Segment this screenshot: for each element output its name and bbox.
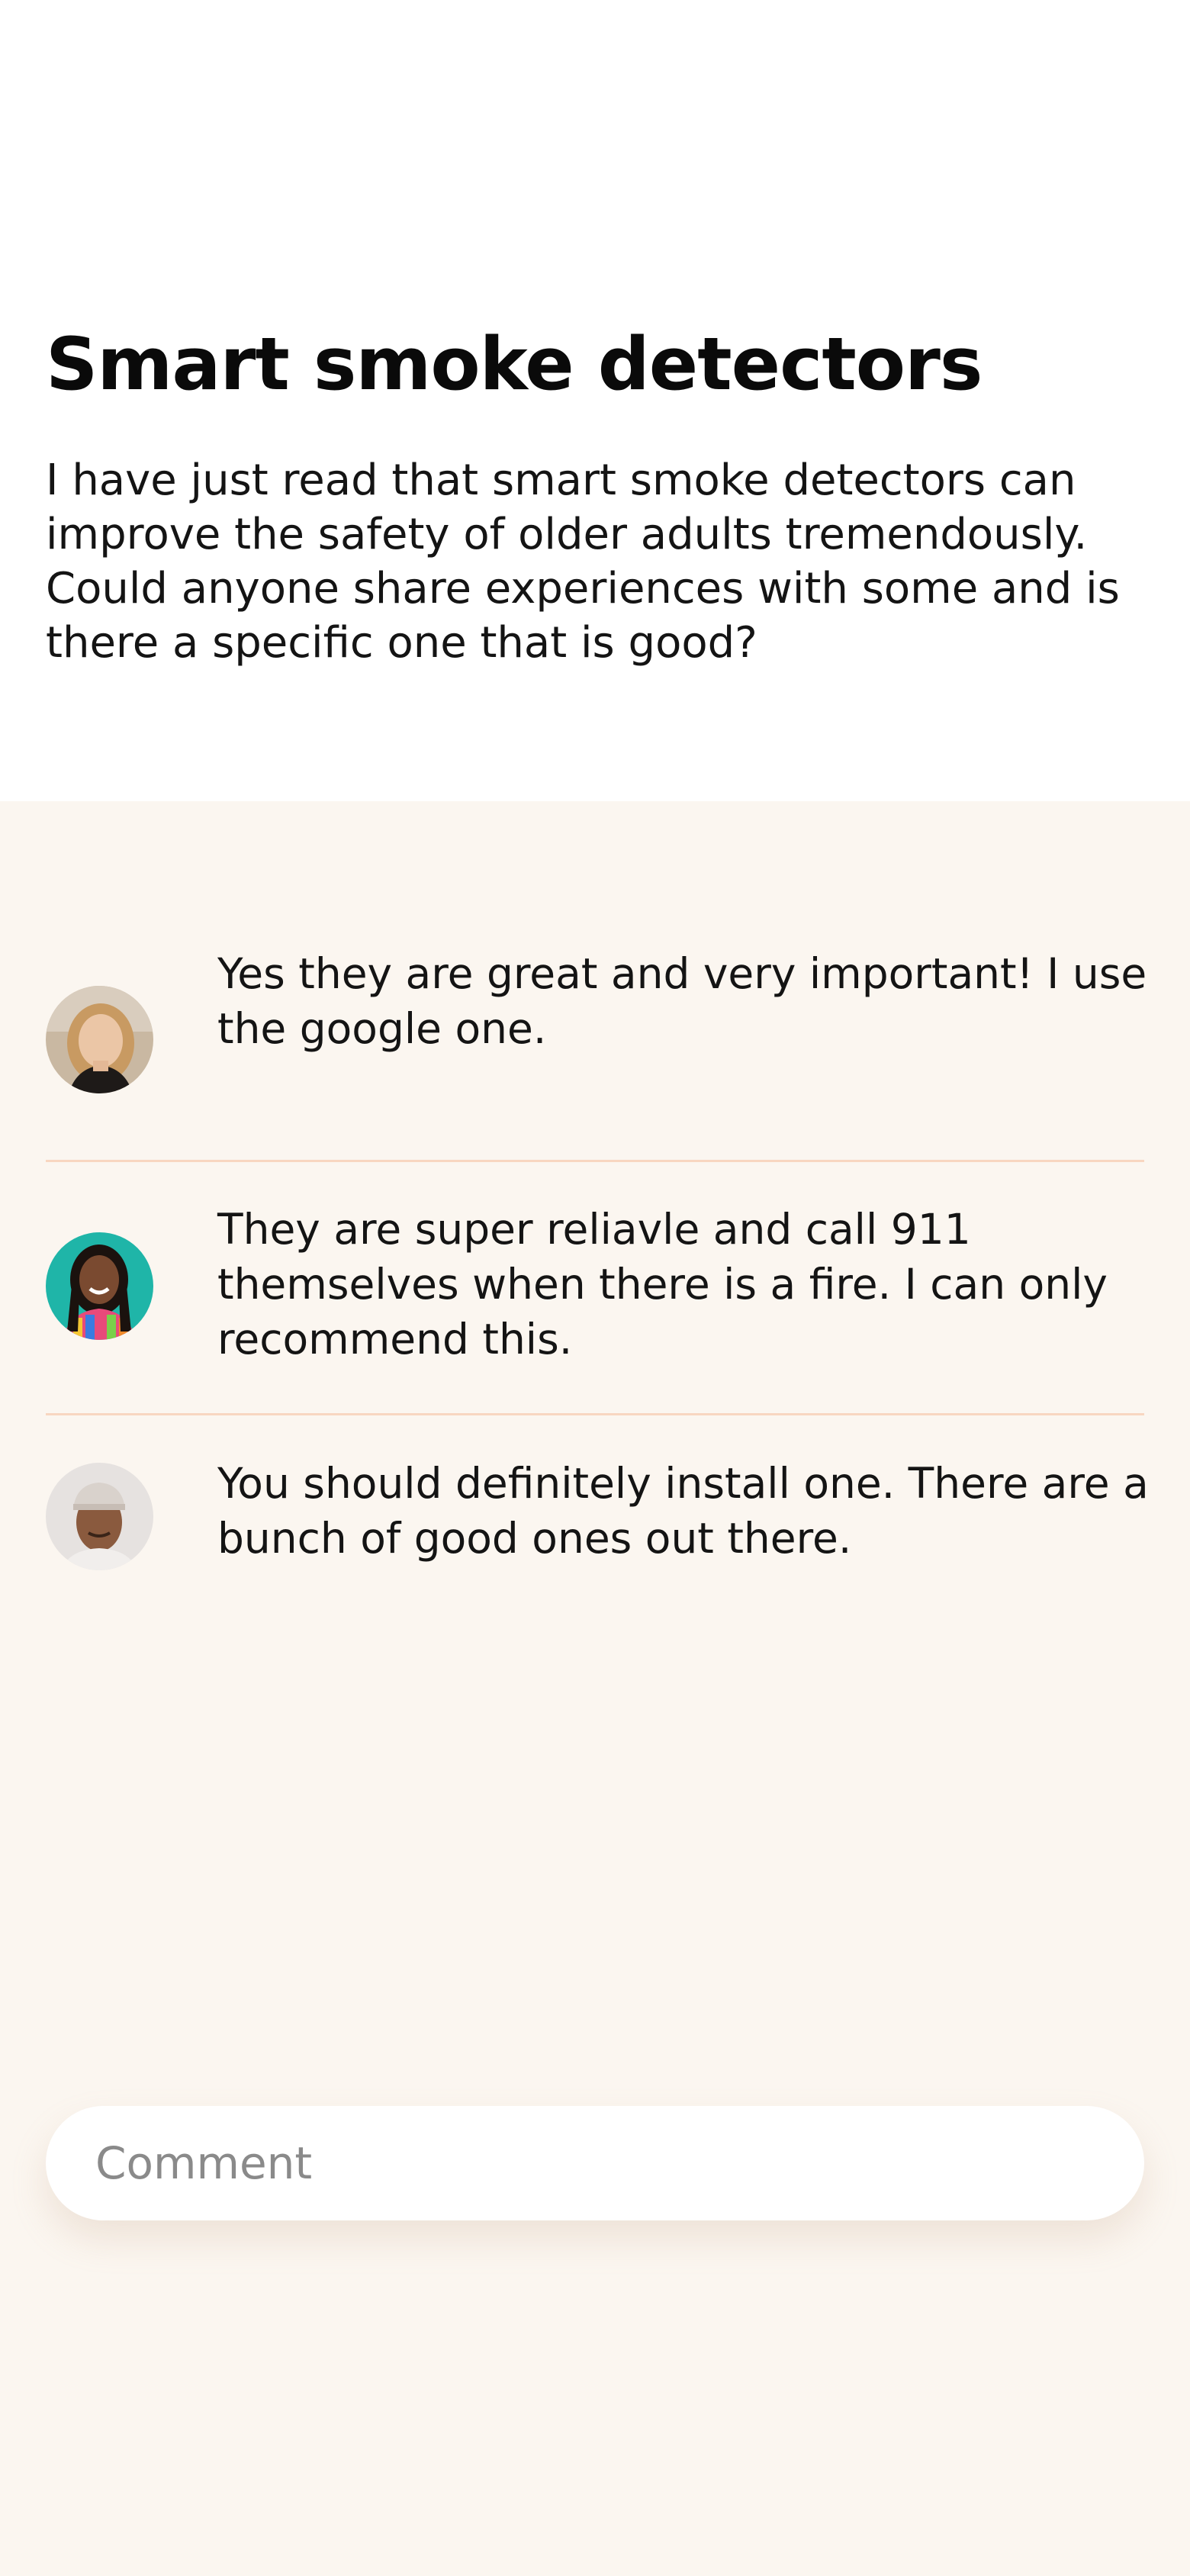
comment-text: They are super reliavle and call 911 the… <box>217 1205 1108 1364</box>
post-header: Smart smoke detectors I have just read t… <box>0 0 1190 801</box>
comment-text: Yes they are great and very important! I… <box>217 949 1147 1053</box>
avatar[interactable] <box>46 986 153 1093</box>
comment-divider <box>46 1160 1144 1162</box>
blonde-woman-avatar-icon <box>46 986 153 1093</box>
avatar[interactable] <box>46 1463 153 1570</box>
comment-box <box>46 2106 1144 2220</box>
smiling-woman-teal-background-avatar-icon <box>46 1232 153 1340</box>
comment-divider <box>46 1413 1144 1415</box>
comment-text: You should definitely install one. There… <box>217 1459 1149 1563</box>
post-title: Smart smoke detectors <box>46 323 983 407</box>
comment-input[interactable] <box>46 2106 1144 2220</box>
avatar[interactable] <box>46 1232 153 1340</box>
older-man-cap-avatar-icon <box>46 1463 153 1570</box>
post-body: I have just read that smart smoke detect… <box>46 456 1120 668</box>
